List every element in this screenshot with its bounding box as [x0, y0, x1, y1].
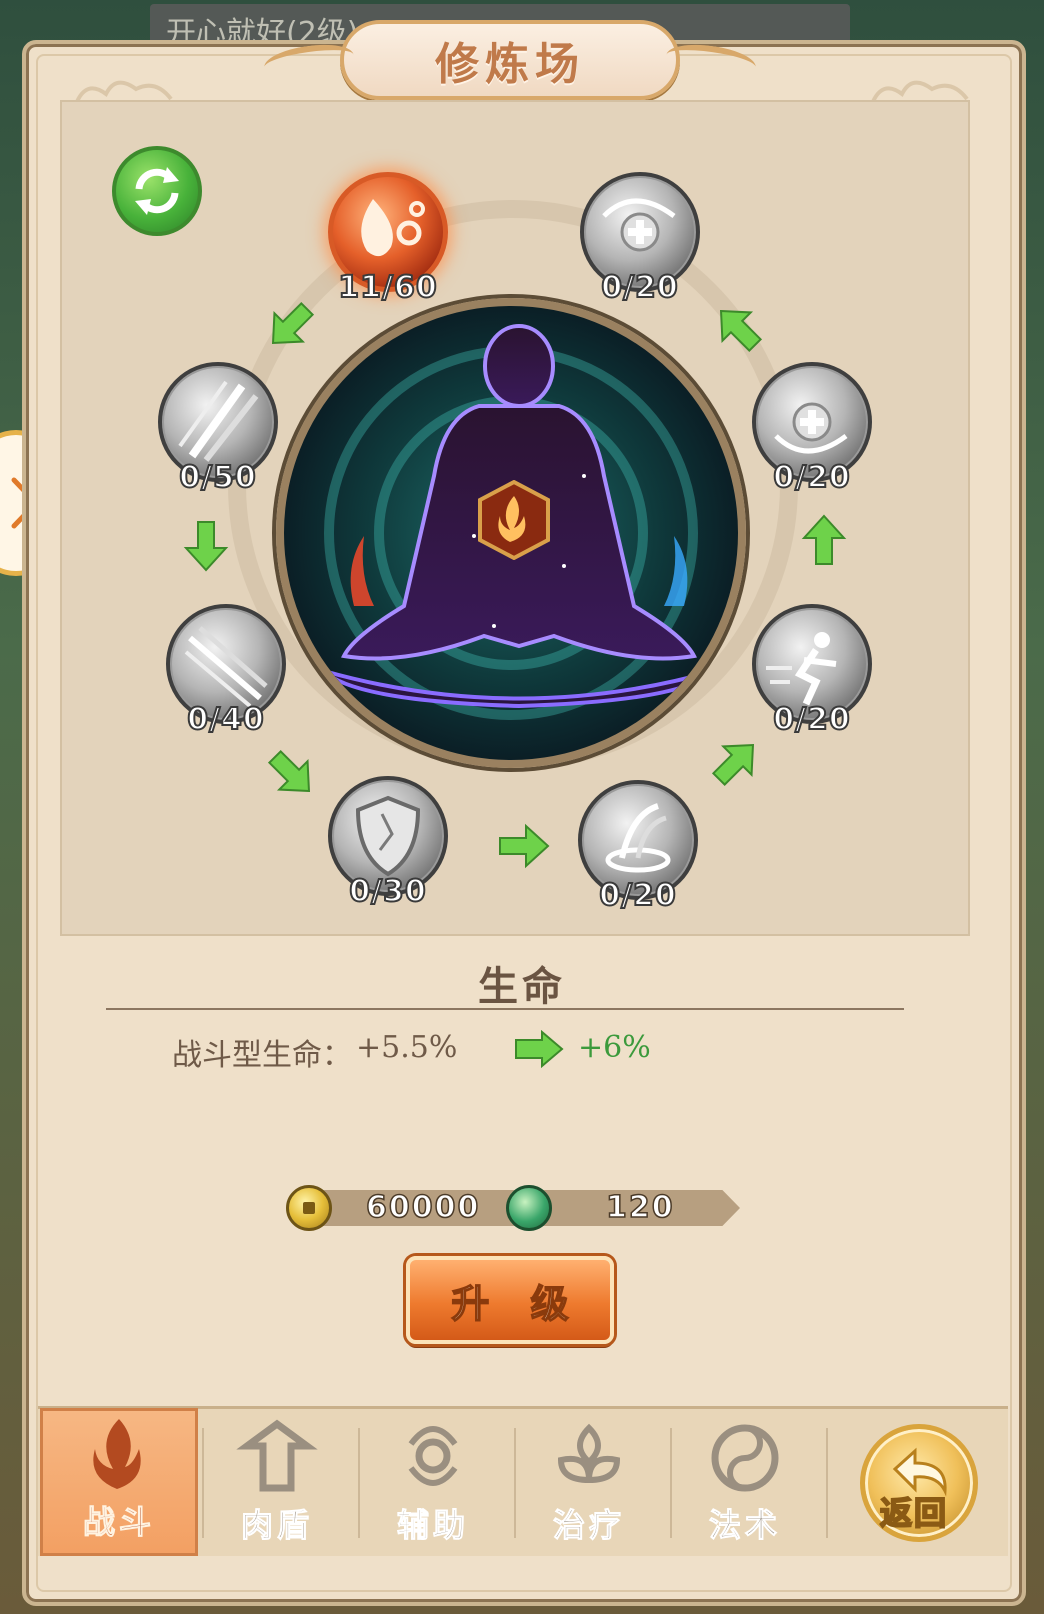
gold-cost: 60000: [365, 1189, 481, 1226]
skill-node-count: 0/40: [186, 701, 265, 738]
skill-node-fire-drop[interactable]: 11/60: [328, 172, 448, 312]
skill-node-silver-shield[interactable]: 0/30: [328, 776, 448, 916]
tab-magic[interactable]: 法术: [666, 1408, 824, 1556]
stat-divider: [106, 1008, 904, 1010]
jade-cost: 120: [605, 1189, 675, 1226]
arrow-down-icon: [183, 521, 229, 572]
back-button-label[interactable]: 返回: [879, 1488, 948, 1534]
skill-node-silver-slash[interactable]: 0/50: [158, 362, 278, 502]
lotus-emblem-icon: [557, 1423, 621, 1484]
skill-node-silver-plus-2[interactable]: 0/20: [752, 362, 872, 502]
skill-node-silver-plus-1[interactable]: 0/20: [580, 172, 700, 312]
arrow-down-right-icon: [267, 749, 311, 793]
guard-emblem-icon: [236, 1419, 318, 1492]
tab-heal[interactable]: 治疗: [510, 1408, 668, 1556]
upgrade-button[interactable]: 升 级: [406, 1256, 614, 1344]
flower-emblem-icon: [408, 1426, 458, 1486]
tab-tank[interactable]: 肉盾: [198, 1408, 356, 1556]
tab-support[interactable]: 辅助: [354, 1408, 512, 1556]
refresh-button[interactable]: [112, 146, 202, 236]
tab-label: 肉盾: [240, 1506, 313, 1545]
skill-node-count: 0/20: [772, 701, 851, 738]
tab-label: 治疗: [552, 1506, 625, 1545]
jade-coin-icon: [506, 1185, 552, 1231]
arrow-right-icon: [515, 1030, 564, 1068]
skill-node-count: 0/20: [598, 877, 677, 914]
title-plaque: 修炼场: [262, 20, 758, 100]
page-title: 修炼场: [435, 39, 585, 90]
skill-node-silver-whirl[interactable]: 0/20: [578, 780, 698, 920]
stat-current-value: +5.5%: [356, 1030, 458, 1065]
flame-emblem-icon: [478, 480, 550, 560]
arrow-up-icon: [801, 514, 847, 565]
arrow-up-left-icon: [719, 309, 763, 353]
arrow-up-right-icon: [711, 743, 755, 787]
tab-label: 战斗: [82, 1503, 155, 1542]
skill-node-count: 0/20: [600, 269, 679, 306]
stat-label: 战斗型生命：: [172, 1038, 352, 1073]
arrow-down-left-icon: [271, 301, 315, 345]
flame-emblem-icon: [93, 1419, 141, 1489]
skill-node-count: 0/30: [348, 873, 427, 910]
skill-node-count: 0/50: [178, 459, 257, 496]
stat-next-value: +6%: [578, 1030, 651, 1065]
tab-label: 辅助: [396, 1506, 469, 1545]
gold-coin-icon: [286, 1185, 332, 1231]
upgrade-button-label: 升 级: [451, 1281, 583, 1327]
tab-label: 法术: [708, 1506, 781, 1545]
arrow-right-icon: [499, 823, 550, 869]
skill-node-count: 0/20: [772, 459, 851, 496]
yin-yang-icon: [711, 1424, 779, 1492]
skill-node-silver-blades[interactable]: 0/40: [166, 604, 286, 744]
skill-node-silver-sprint[interactable]: 0/20: [752, 604, 872, 744]
skill-node-count: 11/60: [337, 269, 438, 306]
refresh-icon: [135, 167, 179, 215]
tab-separator: [826, 1428, 828, 1538]
stat-title: 生命: [478, 964, 566, 1010]
tab-combat[interactable]: 战斗: [40, 1408, 198, 1556]
